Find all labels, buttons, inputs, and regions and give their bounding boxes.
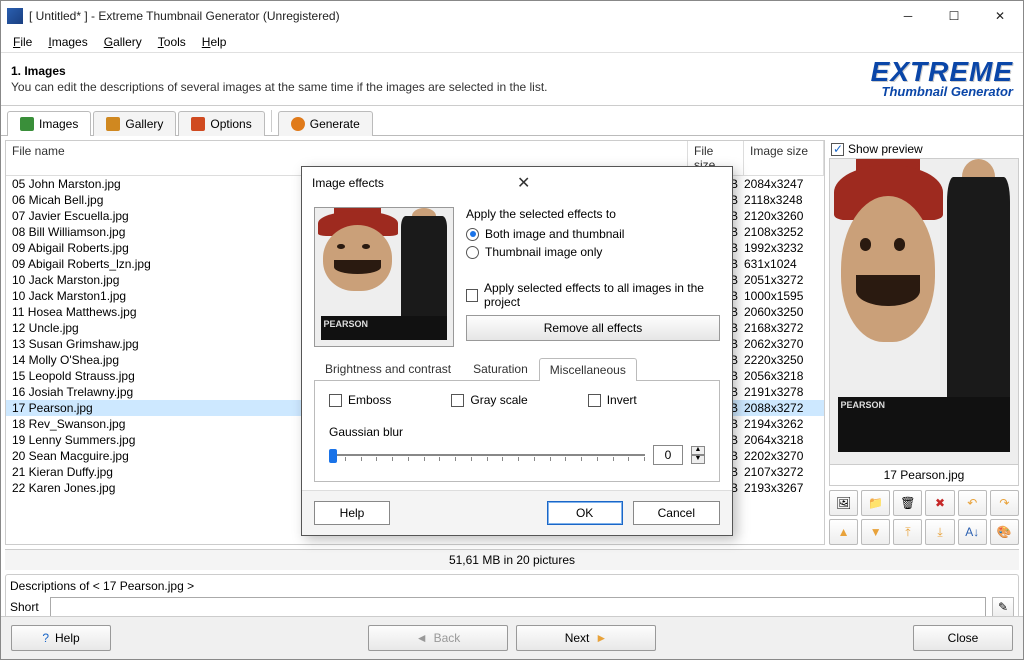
dialog-cancel-button[interactable]: Cancel [633,501,720,525]
apply-to-label: Apply the selected effects to [466,207,720,221]
menu-help[interactable]: Help [194,33,235,51]
grayscale-checkbox[interactable]: Gray scale [451,393,527,407]
options-icon [191,117,205,131]
menu-gallery[interactable]: Gallery [96,33,150,51]
tab-gallery[interactable]: Gallery [93,111,176,136]
short-input[interactable] [50,597,986,617]
delete-button[interactable]: ✖ [925,490,954,516]
dialog-help-button[interactable]: Help [314,501,390,525]
app-icon [7,8,23,24]
gaussian-blur-value[interactable] [653,445,683,465]
apply-all-checkbox[interactable]: Apply selected effects to all images in … [466,281,720,309]
bottom-bar: ?Help ◄Back Next► Close [1,616,1023,659]
maximize-button[interactable]: ☐ [931,1,977,31]
edit-short-button[interactable]: ✎ [992,597,1014,617]
short-label: Short [10,600,44,614]
description-header: Descriptions of < 17 Pearson.jpg > [10,579,1014,593]
sort-button[interactable]: A↓ [958,519,987,545]
main-tabs: Images Gallery Options Generate [1,106,1023,136]
minimize-button[interactable]: ─ [885,1,931,31]
info-subtitle: You can edit the descriptions of several… [11,80,548,94]
menu-file[interactable]: File [5,33,40,51]
move-up-button[interactable]: ▲ [829,519,858,545]
dialog-thumbnail: PEARSON [314,207,454,347]
title-bar: [ Untitled* ] - Extreme Thumbnail Genera… [1,1,1023,31]
info-title: 1. Images [11,64,548,78]
info-bar: 1. Images You can edit the descriptions … [1,53,1023,106]
move-down-button[interactable]: ▼ [861,519,890,545]
next-button[interactable]: Next► [516,625,656,651]
images-icon [20,117,34,131]
radio-both[interactable]: Both image and thumbnail [466,227,720,241]
move-top-button[interactable]: ⤒ [893,519,922,545]
preview-image: PEARSON [829,158,1019,465]
invert-checkbox[interactable]: Invert [588,393,637,407]
back-button[interactable]: ◄Back [368,625,508,651]
misc-panel: Emboss Gray scale Invert Gaussian blur ▲… [314,381,720,482]
preview-toolbar: 🖼 📁 🗑 ✖ ↶ ↷ ▲ ▼ ⤒ ⤓ A↓ 🎨 [829,490,1019,545]
preview-label: 17 Pearson.jpg [829,465,1019,486]
dialog-title: Image effects [312,176,511,190]
status-bar: 51,61 MB in 20 pictures [5,549,1019,570]
remove-image-button[interactable]: 🗑 [893,490,922,516]
gaussian-blur-label: Gaussian blur [329,425,705,439]
undo-button[interactable]: ↶ [958,490,987,516]
window-title: [ Untitled* ] - Extreme Thumbnail Genera… [29,9,885,23]
menu-bar: File Images Gallery Tools Help [1,31,1023,53]
dialog-ok-button[interactable]: OK [547,501,623,525]
tab-brightness-contrast[interactable]: Brightness and contrast [314,357,462,380]
effects-button[interactable]: 🎨 [990,519,1019,545]
app-logo: EXTREME Thumbnail Generator [871,59,1013,99]
col-imagesize[interactable]: Image size [744,141,824,175]
effects-tabs: Brightness and contrast Saturation Misce… [314,357,720,381]
radio-thumbnail-only[interactable]: Thumbnail image only [466,245,720,259]
add-folder-button[interactable]: 📁 [861,490,890,516]
menu-tools[interactable]: Tools [150,33,194,51]
tab-generate[interactable]: Generate [278,111,373,136]
help-button[interactable]: ?Help [11,625,111,651]
menu-images[interactable]: Images [40,33,95,51]
close-app-button[interactable]: Close [913,625,1013,651]
close-button[interactable]: ✕ [977,1,1023,31]
tab-images[interactable]: Images [7,111,91,136]
tab-saturation[interactable]: Saturation [462,357,539,380]
show-preview-checkbox[interactable]: ✓Show preview [829,140,1019,158]
preview-panel: ✓Show preview PEARSON 17 Pearson.jpg 🖼 📁… [829,140,1019,545]
remove-all-button[interactable]: Remove all effects [466,315,720,341]
gallery-icon [106,117,120,131]
gaussian-blur-spinner[interactable]: ▲▼ [691,446,705,464]
gaussian-blur-slider[interactable] [329,445,645,465]
add-image-button[interactable]: 🖼 [829,490,858,516]
dialog-close-button[interactable]: ✕ [511,173,722,193]
tab-options[interactable]: Options [178,111,264,136]
emboss-checkbox[interactable]: Emboss [329,393,391,407]
generate-icon [291,117,305,131]
image-effects-dialog: Image effects ✕ PEARSON Apply the select… [301,166,733,536]
redo-button[interactable]: ↷ [990,490,1019,516]
move-bottom-button[interactable]: ⤓ [925,519,954,545]
tab-miscellaneous[interactable]: Miscellaneous [539,358,637,381]
